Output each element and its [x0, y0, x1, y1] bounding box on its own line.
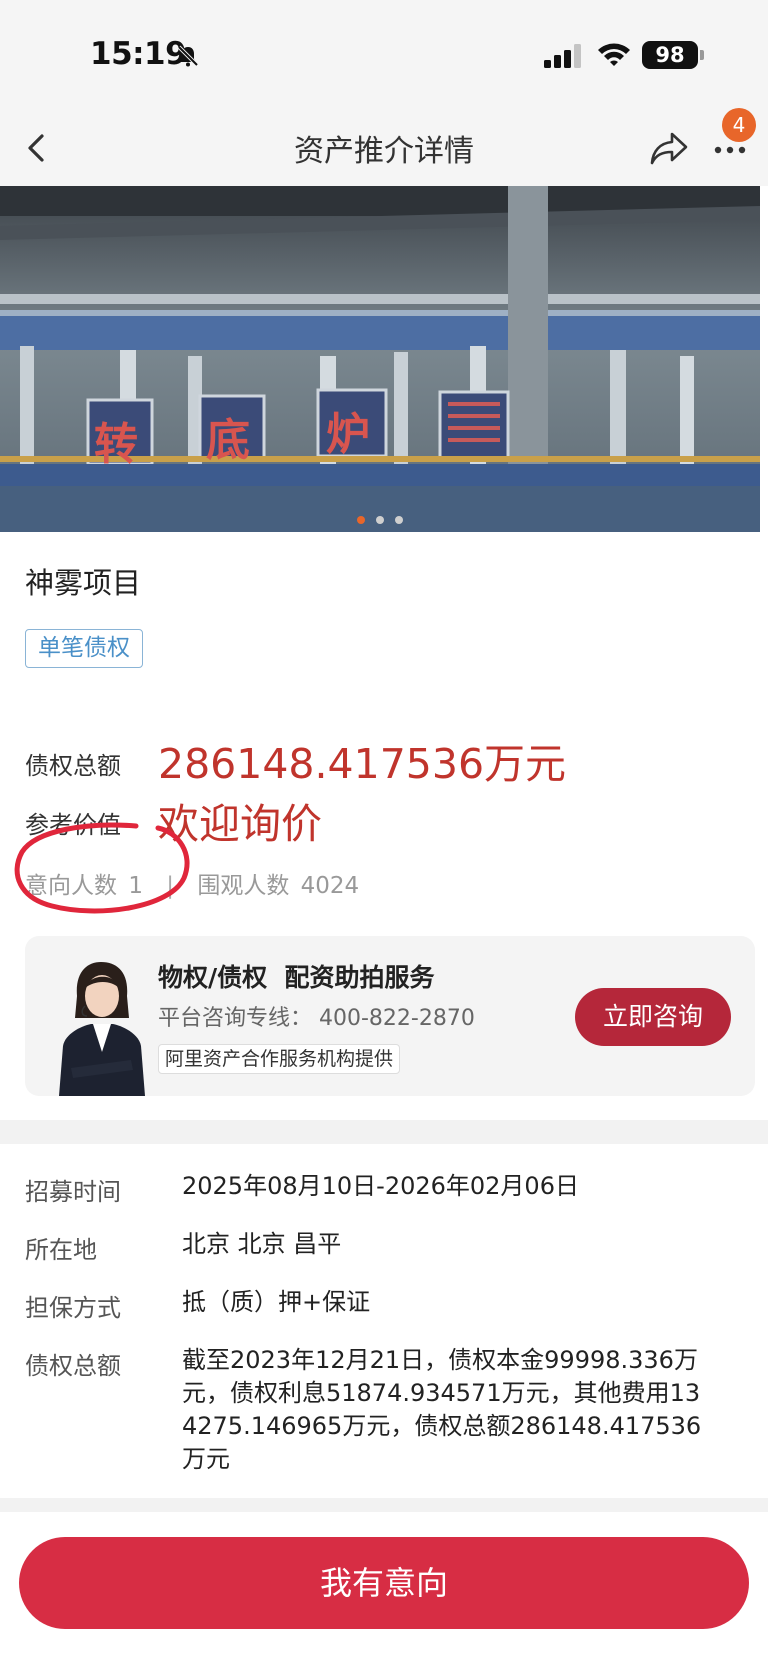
intent-count-label: 意向人数: [25, 873, 117, 899]
detail-value-location: 北京 北京 昌平: [182, 1230, 342, 1258]
detail-value-guarantee: 抵（质）押+保证: [182, 1288, 371, 1316]
category-tag: 单笔债权: [25, 629, 143, 668]
wifi-icon: [598, 43, 630, 66]
bell-muted-icon: [177, 45, 199, 67]
total-amount-label: 债权总额: [25, 752, 121, 780]
detail-label-total: 债权总额: [25, 1352, 121, 1380]
battery-indicator: 98: [642, 41, 698, 69]
sign-char-3: 炉: [326, 409, 370, 460]
service-phone[interactable]: 平台咨询专线： 400-822-2870: [158, 1000, 475, 1032]
service-title: 物权/债权 配资助拍服务: [158, 963, 435, 992]
sign-char-2: 底: [206, 415, 250, 466]
detail-label-location: 所在地: [25, 1236, 97, 1264]
notification-badge: 4: [722, 108, 756, 142]
carousel-dot-2[interactable]: [376, 516, 384, 524]
detail-label-guarantee: 担保方式: [25, 1294, 121, 1322]
carousel-dot-1[interactable]: [356, 516, 365, 524]
service-provider-tag: 阿里资产合作服务机构提供: [158, 1044, 401, 1074]
service-card[interactable]: 物权/债权 配资助拍服务 平台咨询专线： 400-822-2870 阿里资产合作…: [25, 936, 755, 1096]
section-divider: [0, 1120, 768, 1144]
interest-stats: 意向人数 1 | 围观人数 4024: [25, 866, 359, 900]
hero-image[interactable]: 转 底 炉: [0, 186, 760, 532]
total-amount-value: 286148.417536万元: [158, 740, 567, 788]
project-title: 神雾项目: [25, 566, 142, 600]
carousel-dot-3[interactable]: [395, 516, 404, 524]
battery-tip: [700, 50, 704, 60]
detail-label-recruit-time: 招募时间: [25, 1178, 121, 1206]
reference-value: 欢迎询价: [158, 800, 322, 848]
view-count: 4024: [300, 873, 360, 899]
reference-value-label: 参考价值: [25, 811, 121, 839]
stats-separator: |: [166, 873, 175, 899]
consult-now-button[interactable]: 立即咨询: [575, 988, 731, 1046]
express-intent-button[interactable]: 我有意向: [19, 1537, 749, 1629]
status-bar: 15:19 98: [0, 0, 768, 110]
detail-value-total: 截至2023年12月21日，债权本金99998.336万元，债权利息51874.…: [182, 1346, 702, 1473]
intent-count: 1: [128, 873, 143, 899]
share-icon[interactable]: [648, 130, 690, 168]
view-count-label: 围观人数: [197, 873, 290, 899]
signal-icon: [544, 44, 581, 68]
detail-value-recruit-time: 2025年08月10日-2026年02月06日: [182, 1172, 579, 1200]
status-time: 15:19: [90, 36, 187, 72]
carousel-dots: [0, 509, 760, 528]
section-divider-2: [0, 1498, 768, 1512]
nav-bar: 资产推介详情 4: [0, 108, 768, 186]
sign-char-1: 转: [94, 419, 138, 470]
agent-avatar: [59, 962, 145, 1096]
factory-photo: [0, 186, 760, 532]
